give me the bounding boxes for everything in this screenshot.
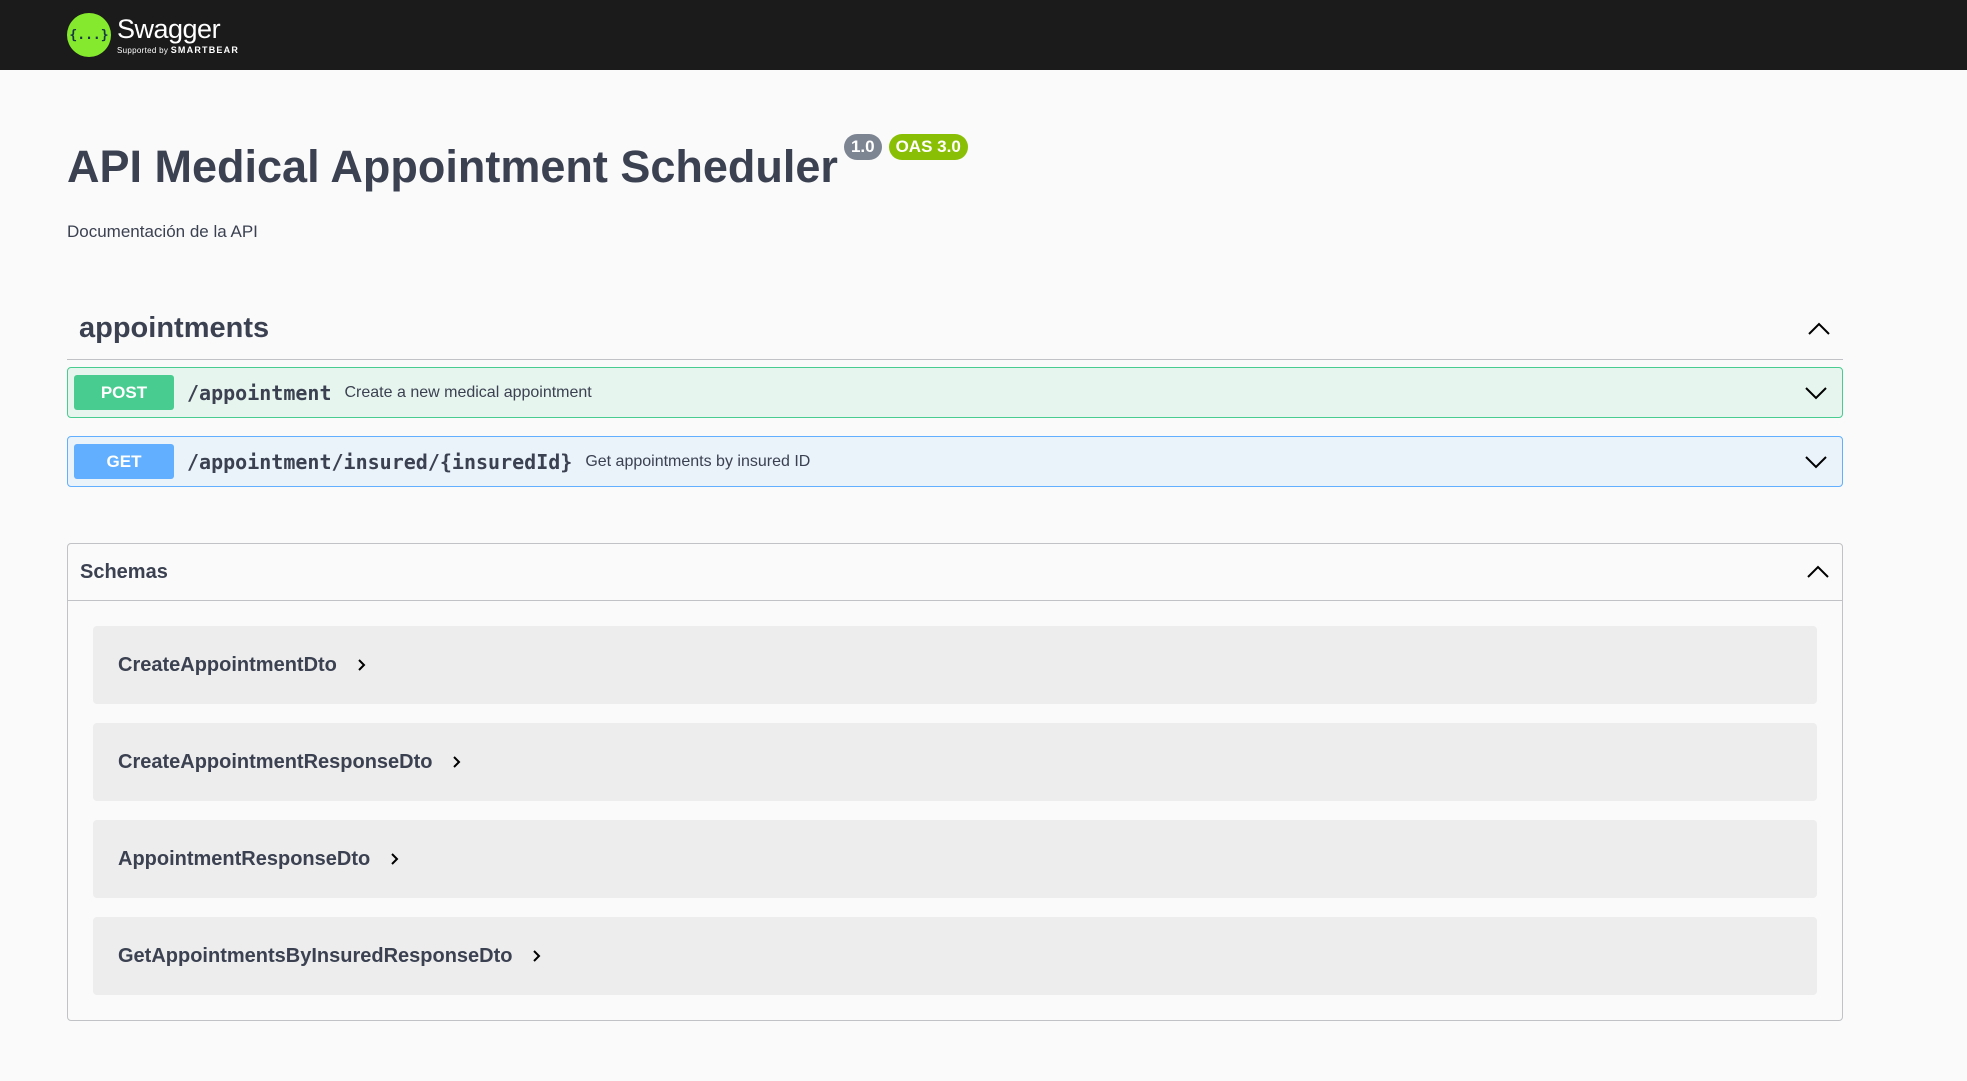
chevron-right-icon[interactable] [532,949,542,963]
logo-text: Swagger Supported by SMARTBEAR [117,13,240,55]
chevron-up-icon[interactable] [1807,322,1831,336]
method-badge-get: GET [74,444,174,479]
schemas-section: Schemas CreateAppointmentDto CreateAppoi… [67,543,1843,1021]
method-badge-post: POST [74,375,174,410]
swagger-logo-link[interactable]: {...} Swagger Supported by SMARTBEAR [67,13,239,57]
topbar: {...} Swagger Supported by SMARTBEAR [0,0,1967,70]
operation-summary: Create a new medical appointment [344,383,592,401]
schemas-title: Schemas [80,560,168,583]
version-badge: 1.0 [843,134,882,160]
main-content: API Medical Appointment Scheduler 1.0 OA… [0,70,1967,1021]
tag-section-appointments: appointments POST /appointment Create a … [67,298,1843,487]
operation-path[interactable]: /appointment [187,381,332,405]
swagger-logo-icon: {...} [67,13,111,57]
api-info: API Medical Appointment Scheduler 1.0 OA… [67,70,1900,242]
title-row: API Medical Appointment Scheduler 1.0 OA… [67,70,1900,189]
operation-get-appointments-by-insured[interactable]: GET /appointment/insured/{insuredId} Get… [67,436,1843,487]
brand-tagline: Supported by SMARTBEAR [117,44,240,55]
operation-summary: Get appointments by insured ID [585,452,811,470]
schema-model[interactable]: CreateAppointmentResponseDto [93,723,1817,801]
api-description: Documentación de la API [67,222,258,241]
chevron-up-icon[interactable] [1806,565,1830,579]
brand-name: Swagger [117,13,221,44]
tag-name: appointments [79,312,270,344]
model-name[interactable]: AppointmentResponseDto [118,848,370,871]
schema-model[interactable]: AppointmentResponseDto [93,820,1817,898]
schemas-list: CreateAppointmentDto CreateAppointmentRe… [68,601,1842,1020]
schema-model[interactable]: GetAppointmentsByInsuredResponseDto [93,917,1817,995]
page-title: API Medical Appointment Scheduler [67,141,838,192]
chevron-right-icon[interactable] [390,852,400,866]
version-badges: 1.0 OAS 3.0 [843,134,968,160]
operation-post-appointment[interactable]: POST /appointment Create a new medical a… [67,367,1843,418]
schemas-header[interactable]: Schemas [68,544,1842,601]
oas-badge: OAS 3.0 [888,134,968,160]
chevron-right-icon[interactable] [357,658,367,672]
company-name: SMARTBEAR [170,44,240,55]
chevron-down-icon[interactable] [1804,455,1828,469]
model-name[interactable]: GetAppointmentsByInsuredResponseDto [118,945,512,968]
operation-path[interactable]: /appointment/insured/{insuredId} [187,450,572,474]
model-name[interactable]: CreateAppointmentDto [118,654,337,677]
chevron-right-icon[interactable] [452,755,462,769]
tag-header[interactable]: appointments [67,298,1843,360]
chevron-down-icon[interactable] [1804,386,1828,400]
logo-glyph: {...} [69,27,109,43]
schema-model[interactable]: CreateAppointmentDto [93,626,1817,704]
supported-by-text: Supported by [117,45,169,55]
model-name[interactable]: CreateAppointmentResponseDto [118,751,432,774]
